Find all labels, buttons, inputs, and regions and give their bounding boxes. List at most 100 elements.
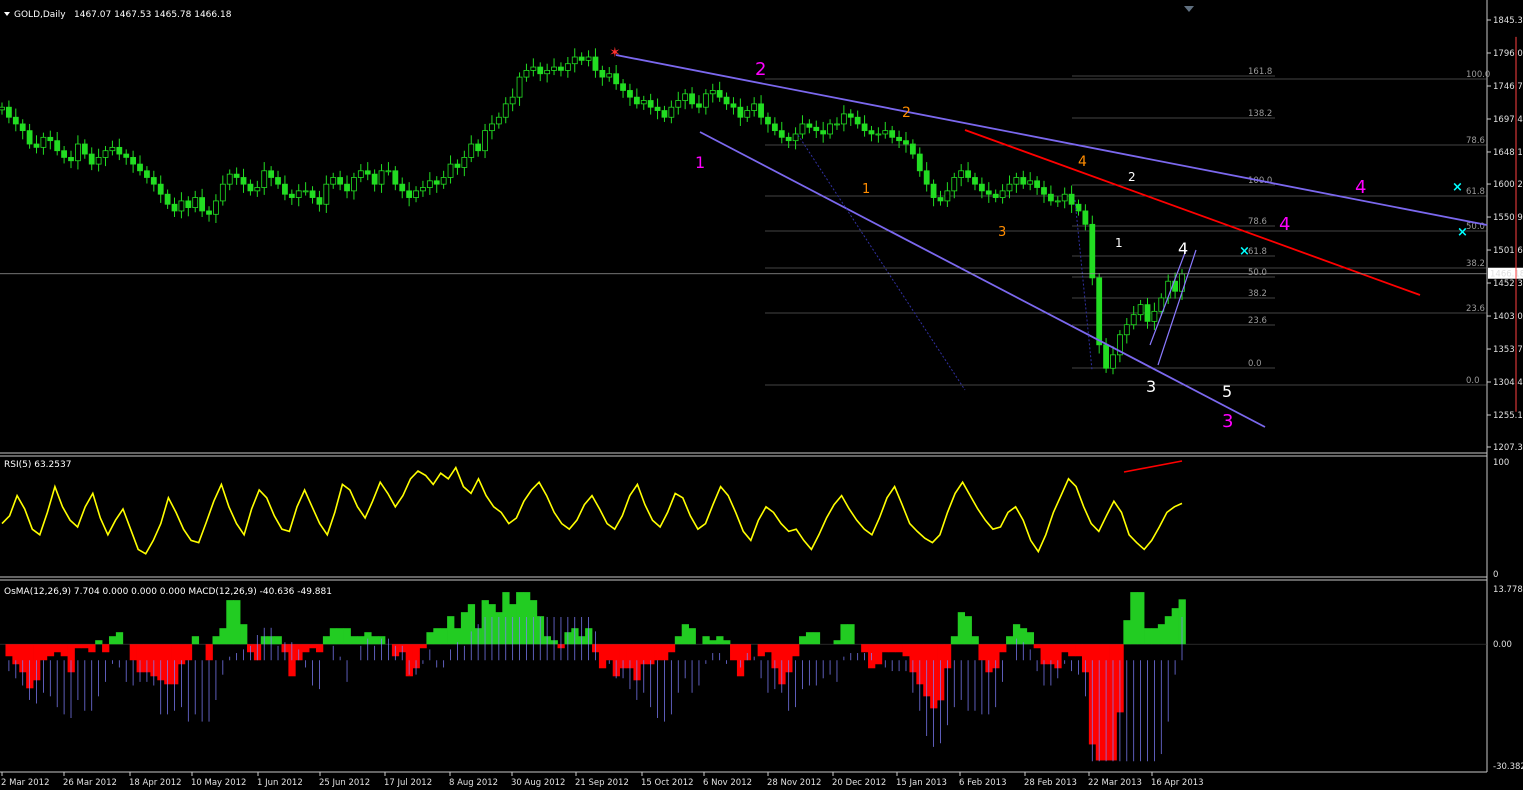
candle-body (847, 113, 854, 118)
candle-body (295, 190, 302, 198)
candle-body (1006, 183, 1013, 192)
candle-body (999, 190, 1006, 198)
candle-body (633, 96, 640, 105)
candle-body (537, 66, 544, 75)
price-tick-label: 1403.0 (1493, 312, 1523, 322)
osma-bar (88, 644, 96, 653)
osma-bar (274, 636, 282, 645)
osma-bar (371, 636, 379, 645)
candle-body (1013, 177, 1020, 185)
osma-bar (716, 636, 724, 645)
wave-label: 4 (1355, 177, 1366, 198)
time-tick-label: 22 Mar 2013 (1088, 778, 1142, 788)
candle-body (192, 197, 199, 208)
candle-body (1068, 193, 1075, 205)
candle-body (882, 130, 889, 135)
price-tick-label: 1550.9 (1493, 213, 1523, 223)
candle-body (903, 140, 909, 145)
candle-body (1034, 180, 1040, 188)
candle-body (54, 140, 61, 152)
candle-body (944, 190, 951, 202)
candle-body (399, 183, 406, 192)
candle-body (978, 183, 985, 192)
candle-body (240, 177, 247, 185)
candle-body (1047, 193, 1054, 202)
candle-body (254, 187, 261, 192)
osma-bar (999, 644, 1007, 653)
candle-body (889, 130, 896, 138)
candle-body (233, 173, 240, 178)
candle-body (33, 143, 40, 148)
candle-body (578, 56, 585, 61)
candle-body (261, 170, 268, 188)
candle-body (461, 157, 468, 168)
candle-body (378, 170, 385, 185)
osma-bar (1171, 608, 1179, 645)
candle-body (751, 103, 758, 111)
time-tick-label: 20 Dec 2012 (832, 778, 886, 788)
candle-body (965, 170, 971, 178)
candle-body (150, 177, 157, 185)
osma-bar (861, 644, 869, 653)
candle-body (316, 197, 323, 205)
osma-bar (874, 644, 883, 665)
osma-bar (95, 640, 103, 645)
osma-bar (426, 632, 434, 645)
osma-bar (205, 644, 213, 661)
candle-body (344, 183, 350, 192)
rsi-title: RSI(5) 63.2537 (4, 460, 71, 470)
fib-left-level-label: 50.0 (1248, 268, 1267, 278)
candle-body (834, 123, 840, 126)
candle-body (702, 93, 709, 108)
osma-bar (598, 644, 607, 669)
candle-body (323, 183, 330, 205)
osma-bar (129, 644, 137, 661)
rsi-tick-label: 100 (1493, 458, 1509, 468)
time-tick-label: 26 Mar 2012 (63, 778, 117, 788)
osma-bar (667, 644, 676, 653)
candle-body (551, 66, 557, 71)
candle-body (495, 116, 502, 125)
time-tick-label: 6 Nov 2012 (703, 778, 752, 788)
osma-bar (219, 628, 227, 645)
candle-body (758, 103, 764, 118)
osma-bar (447, 616, 455, 645)
candle-body (288, 193, 295, 198)
osma-bar (1006, 636, 1014, 645)
time-tick-label: 10 May 2012 (191, 778, 246, 788)
time-tick-label: 15 Jan 2013 (896, 778, 947, 788)
candle-body (1137, 304, 1144, 316)
candle-body (447, 163, 454, 178)
osma-bar (661, 644, 669, 661)
osma-bar (460, 612, 469, 645)
wave-label: 1 (862, 182, 870, 197)
wave-label: 5 (1222, 382, 1232, 401)
candle-body (799, 123, 806, 135)
candle-body (482, 130, 488, 152)
candle-body (744, 110, 751, 118)
candle-body (330, 177, 337, 185)
cross-marker-icon: × (1239, 244, 1250, 259)
osma-bar (240, 624, 248, 645)
candle-body (668, 106, 675, 118)
osma-bar (440, 628, 448, 645)
fib-left-level-label: 23.6 (1248, 316, 1267, 326)
osma-bar (322, 636, 331, 645)
osma-bar (702, 636, 710, 645)
macd-tick-label: -30.382 (1493, 762, 1523, 772)
price-tick-label: 1501.6 (1493, 246, 1523, 256)
fib-left-level-label: 61.8 (1248, 247, 1267, 257)
osma-bar (1033, 644, 1041, 649)
osma-bar (336, 628, 344, 645)
osma-bar (1026, 632, 1035, 645)
candle-body (109, 146, 116, 152)
candle-body (275, 177, 281, 185)
osma-bar (674, 636, 683, 645)
candle-body (364, 170, 371, 175)
fib-right-level-label: 0.0 (1466, 376, 1480, 386)
price-tick-label: 1845.3 (1493, 16, 1523, 26)
fib-left-level-label: 161.8 (1248, 67, 1272, 77)
candle-body (468, 143, 475, 158)
candle-body (916, 153, 923, 172)
osma-bar (5, 644, 13, 657)
